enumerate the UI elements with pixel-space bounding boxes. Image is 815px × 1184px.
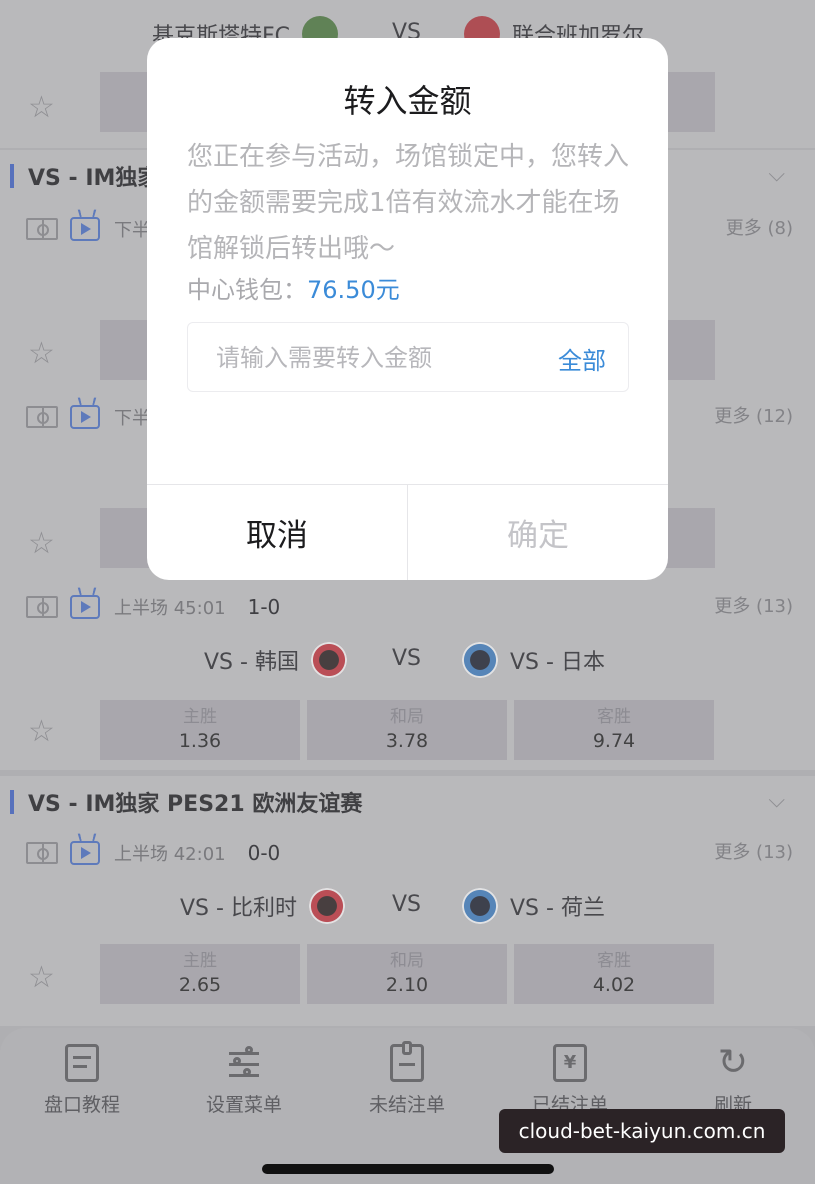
transfer-amount-dialog: 转入金额 您正在参与活动，场馆锁定中，您转入的金额需要完成1倍有效流水才能在场馆…: [147, 38, 668, 580]
dialog-message: 您正在参与活动，场馆锁定中，您转入的金额需要完成1倍有效流水才能在场馆解锁后转出…: [187, 142, 630, 264]
wallet-amount: 76.50元: [307, 276, 400, 304]
confirm-button[interactable]: 确定: [408, 485, 668, 580]
cancel-button[interactable]: 取消: [147, 485, 407, 580]
watermark-label: cloud-bet-kaiyun.com.cn: [499, 1109, 785, 1153]
center-wallet-balance: 中心钱包：76.50元: [187, 270, 400, 305]
all-amount-button[interactable]: 全部: [558, 341, 606, 376]
wallet-label: 中心钱包：: [187, 276, 307, 304]
amount-input-box: 全部: [187, 322, 629, 392]
home-indicator[interactable]: [262, 1164, 554, 1174]
dialog-title: 转入金额: [343, 82, 472, 120]
amount-input[interactable]: [216, 333, 536, 383]
